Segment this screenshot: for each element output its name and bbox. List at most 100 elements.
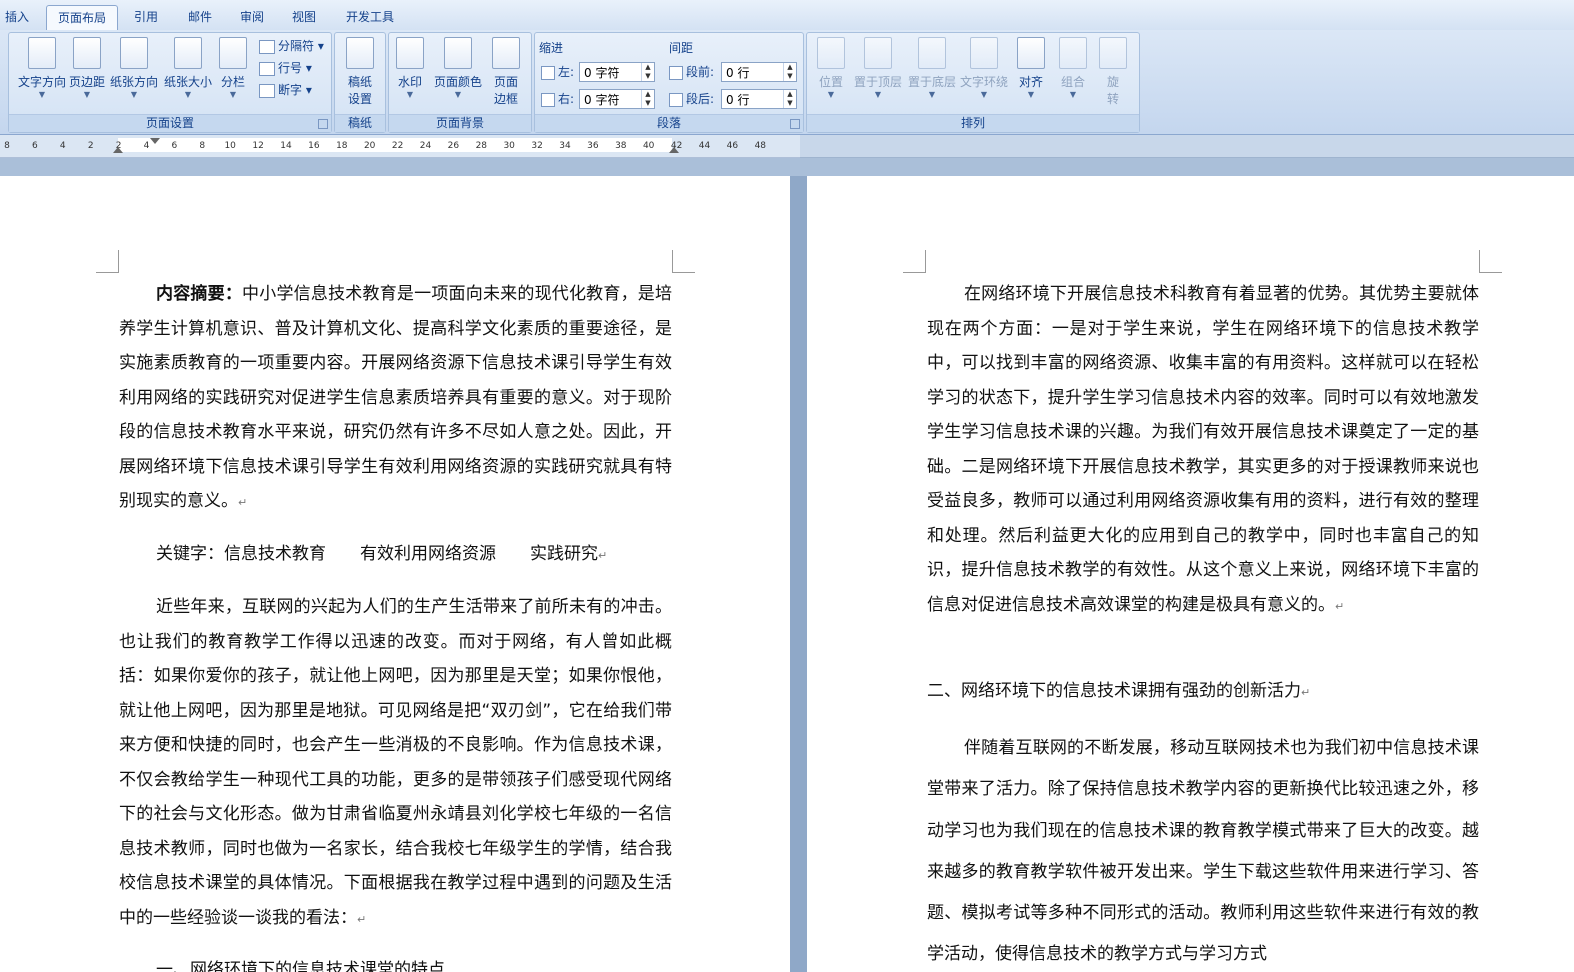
ruler-tick-label: 14	[280, 141, 292, 151]
watermark-icon	[396, 37, 424, 69]
ruler-tick-label: 22	[391, 141, 404, 151]
left-indent-marker-icon[interactable]	[113, 147, 123, 153]
body-paragraph[interactable]: 近些年来，互联网的兴起为人们的生产生活带来了前所未有的冲击。也让我们的教育教学工…	[119, 590, 672, 937]
text-direction-button[interactable]: 文字方向 ▼	[13, 37, 71, 100]
ruler-tick-label: 16	[308, 141, 320, 151]
tab-page-layout[interactable]: 页面布局	[46, 5, 118, 30]
keywords-paragraph[interactable]: 关键字：信息技术教育 有效利用网络资源 实践研究↵	[156, 537, 676, 574]
rotate-icon	[1099, 37, 1127, 69]
group-label-paragraph: 段落	[535, 114, 803, 132]
size-button[interactable]: 纸张大小 ▼	[163, 37, 213, 100]
chevron-down-icon: ▼	[928, 90, 936, 99]
page-color-button[interactable]: 页面颜色 ▼	[433, 37, 483, 100]
line-numbers-button[interactable]: 行号 ▾	[259, 58, 312, 78]
dialog-launcher-icon[interactable]	[790, 119, 800, 129]
indent-right-icon	[541, 92, 555, 107]
chevron-down-icon: ▼	[184, 90, 192, 99]
spacing-before-stepper[interactable]: 0 行 ▲ ▼	[721, 62, 797, 82]
margins-icon	[73, 37, 101, 69]
bring-to-front-button[interactable]: 置于顶层 ▼	[853, 37, 903, 100]
ruler-tick-label: 30	[503, 141, 515, 151]
group-label-draft-paper: 稿纸	[335, 114, 385, 132]
group-icon	[1059, 37, 1087, 69]
spacing-title: 间距	[669, 41, 694, 55]
tab-insert[interactable]: 插入	[0, 5, 34, 29]
stepper-arrows-icon[interactable]: ▲ ▼	[783, 63, 796, 81]
section-heading-partial[interactable]: 一、网络环境下的信息技术课堂的特点	[156, 953, 676, 972]
workspace-background	[0, 158, 1574, 176]
indent-right-stepper[interactable]: 0 字符 ▲ ▼	[579, 89, 655, 109]
paragraph-mark-icon: ↵	[238, 496, 248, 509]
group-label-page-background: 页面背景	[389, 114, 531, 132]
orientation-icon	[120, 37, 148, 69]
tab-mailings[interactable]: 邮件	[176, 5, 224, 29]
document-page-right[interactable]: 在网络环境下开展信息技术科教育有着显著的优势。其优势主要就体现在两个方面：一是对…	[807, 176, 1574, 972]
ruler-tick-label: 48	[754, 141, 767, 151]
first-line-indent-marker-icon[interactable]	[150, 138, 160, 144]
group-label-arrange: 排列	[807, 114, 1139, 132]
page-gap	[790, 176, 807, 972]
draft-paper-icon	[346, 37, 374, 69]
ruler-background	[800, 135, 1574, 157]
ruler-tick-label: 26	[447, 141, 460, 151]
hyphenation-button[interactable]: 断字 ▾	[259, 80, 312, 100]
tab-review[interactable]: 审阅	[230, 5, 274, 29]
chevron-down-icon: ▼	[980, 90, 988, 99]
align-button[interactable]: 对齐 ▼	[1013, 37, 1049, 100]
abstract-paragraph[interactable]: 内容摘要：中小学信息技术教育是一项面向未来的现代化教育，是培养学生计算机意识、普…	[119, 277, 672, 521]
chevron-down-icon: ▼	[827, 90, 835, 99]
ruler-tick-label: 28	[475, 141, 488, 151]
margin-corner-mark	[1479, 250, 1502, 273]
tab-developer[interactable]: 开发工具	[334, 5, 406, 29]
stepper-arrows-icon[interactable]: ▲ ▼	[783, 90, 796, 108]
group-draft-paper: 稿纸 设置 稿纸	[334, 32, 386, 133]
margin-corner-mark	[672, 250, 695, 273]
text-wrap-button[interactable]: 文字环绕 ▼	[959, 37, 1009, 100]
ruler-tick-label: 6	[171, 141, 178, 151]
tab-view[interactable]: 视图	[282, 5, 326, 29]
right-indent-marker-icon[interactable]	[669, 147, 679, 153]
chevron-down-icon: ▼	[229, 90, 237, 99]
watermark-button[interactable]: 水印 ▼	[393, 37, 427, 100]
tab-references[interactable]: 引用	[124, 5, 168, 29]
draft-paper-settings-button[interactable]: 稿纸 设置	[339, 37, 381, 107]
margins-button[interactable]: 页边距 ▼	[67, 37, 107, 100]
paragraph-mark-icon: ↵	[357, 912, 367, 926]
breaks-button[interactable]: 分隔符 ▾	[259, 36, 324, 56]
ruler-tick-label: 46	[726, 141, 739, 151]
position-button[interactable]: 位置 ▼	[811, 37, 851, 100]
align-icon	[1017, 37, 1045, 69]
horizontal-ruler[interactable]: 8 6 4 2 2 4 6 8 10 12 14 16 18 20 22 24 26 28 30 32 34 36 38 40…	[0, 135, 800, 158]
group-objects-button[interactable]: 组合 ▼	[1055, 37, 1091, 100]
ruler-tick-label: 8	[4, 141, 10, 151]
stepper-arrows-icon[interactable]: ▲ ▼	[641, 90, 654, 108]
ribbon-tab-bar: 插入 页面布局 引用 邮件 审阅 视图 开发工具	[0, 0, 1574, 31]
right-paragraph-2[interactable]: 伴随着互联网的不断发展，移动互联网技术也为我们初中信息技术课堂带来了活力。除了保…	[927, 728, 1479, 972]
group-paragraph: 缩进 间距 左: 0 字符 ▲ ▼ 右: 0 字符 ▲ ▼ 段前: 0 行 ▲ ▼ 段…	[534, 32, 804, 133]
dialog-launcher-icon[interactable]	[318, 119, 328, 129]
group-page-background: 水印 ▼ 页面颜色 ▼ 页面 边框 页面背景	[388, 32, 532, 133]
orientation-button[interactable]: 纸张方向 ▼	[109, 37, 159, 100]
paragraph-mark-icon: ↵	[1301, 686, 1311, 699]
indent-title: 缩进	[539, 41, 564, 55]
right-paragraph-1[interactable]: 在网络环境下开展信息技术科教育有着显著的优势。其优势主要就体现在两个方面：一是对…	[927, 277, 1479, 624]
rotate-button[interactable]: 旋 转	[1095, 37, 1131, 107]
stepper-arrows-icon[interactable]: ▲ ▼	[641, 63, 654, 81]
chevron-down-icon: ▼	[130, 90, 138, 99]
spacing-after-stepper[interactable]: 0 行 ▲ ▼	[721, 89, 797, 109]
indent-left-stepper[interactable]: 0 字符 ▲ ▼	[579, 62, 655, 82]
spacing-after-icon	[669, 92, 683, 107]
ruler-tick-label: 4	[59, 141, 66, 151]
page-size-icon	[174, 37, 202, 69]
section-heading-2[interactable]: 二、网络环境下的信息技术课拥有强劲的创新活力↵	[927, 674, 1479, 711]
group-arrange: 位置 ▼ 置于顶层 ▼ 置于底层 ▼ 文字环绕 ▼ 对齐 ▼ 组合 ▼ 旋 转 …	[806, 32, 1140, 133]
columns-button[interactable]: 分栏 ▼	[215, 37, 251, 100]
bring-front-icon	[864, 37, 892, 69]
page-borders-button[interactable]: 页面 边框	[487, 37, 525, 107]
margin-corner-mark	[96, 250, 119, 273]
document-page-left[interactable]: 内容摘要：中小学信息技术教育是一项面向未来的现代化教育，是培养学生计算机意识、普…	[0, 176, 790, 972]
columns-icon	[219, 37, 247, 69]
send-to-back-button[interactable]: 置于底层 ▼	[907, 37, 957, 100]
line-numbers-icon	[259, 61, 275, 76]
send-back-icon	[918, 37, 946, 69]
